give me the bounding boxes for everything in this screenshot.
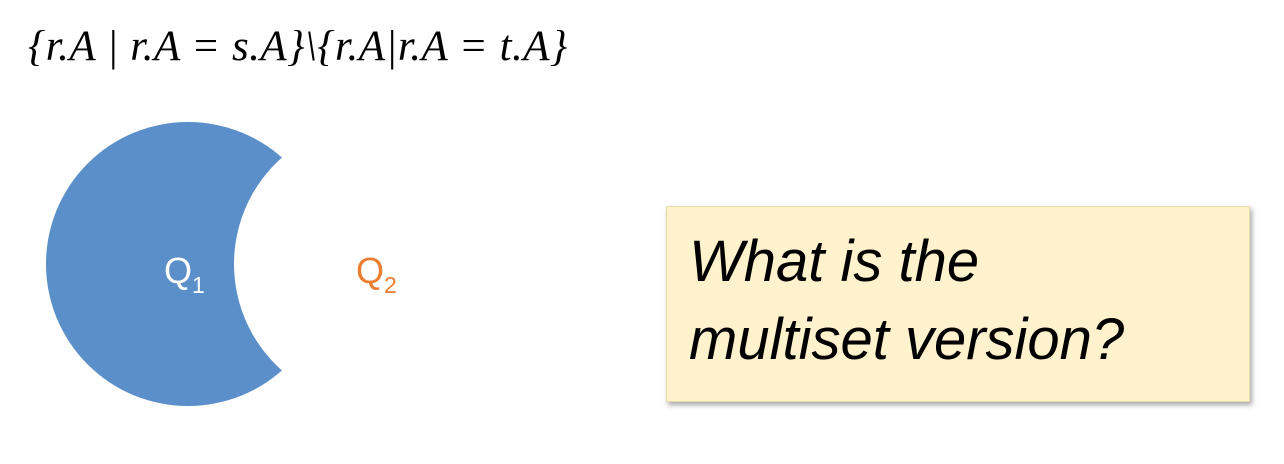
q2-label-base: Q	[356, 250, 384, 291]
set-difference-diagram: Q1 Q2	[46, 122, 397, 406]
callout-line-1: What is the	[689, 229, 980, 294]
q1-label-sub: 1	[192, 272, 205, 298]
q1-label-base: Q	[164, 250, 192, 291]
multiset-question-callout: What is the multiset version?	[666, 206, 1250, 402]
callout-line-2: multiset version?	[689, 307, 1125, 372]
q2-label: Q2	[356, 250, 397, 298]
q2-label-sub: 2	[384, 272, 397, 298]
